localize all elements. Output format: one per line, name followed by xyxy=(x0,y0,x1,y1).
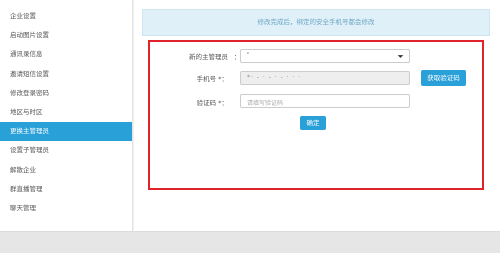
phone-label: 手机号 *： xyxy=(196,75,228,83)
footer-bar xyxy=(0,231,500,253)
phone-input[interactable]: *· - · - · - · · · xyxy=(240,71,410,85)
sidebar-item-sub-admin[interactable]: 设置子管理员 xyxy=(0,141,132,160)
sidebar-item-launch-image[interactable]: 启动图片设置 xyxy=(0,26,132,45)
code-label: 验证码 *： xyxy=(196,99,228,107)
phone-value: *· - · - · - · · · xyxy=(247,74,302,81)
code-placeholder: 请填写验证码 xyxy=(247,99,284,107)
sidebar-item-dissolve-company[interactable]: 解散企业 xyxy=(0,161,132,180)
confirm-button[interactable]: 确定 xyxy=(300,116,326,130)
code-input[interactable]: 请填写验证码 xyxy=(240,94,410,108)
sidebar-item-live-management[interactable]: 群直播管理 xyxy=(0,180,132,199)
sidebar-item-contacts[interactable]: 通讯录信息 xyxy=(0,45,132,64)
sidebar-item-chat-management[interactable]: 聊天管理 xyxy=(0,199,132,218)
highlight-frame: 新的主管理员 ： ' 手机号 *： *· - · - · - · · · 获取验… xyxy=(148,40,484,190)
sidebar-item-change-password[interactable]: 修改登录密码 xyxy=(0,84,132,103)
new-admin-label: 新的主管理员 xyxy=(189,53,228,61)
main-content: 修改完成后，绑定的安全手机号都会修改 新的主管理员 ： ' 手机号 *： *· … xyxy=(134,0,500,231)
get-code-button[interactable]: 获取验证码 xyxy=(421,70,466,86)
notice-banner: 修改完成后，绑定的安全手机号都会修改 xyxy=(142,9,490,36)
sidebar-item-change-admin[interactable]: 更换主管理员 xyxy=(0,122,132,142)
new-admin-value: ' xyxy=(247,51,249,59)
sidebar: 企业设置 启动图片设置 通讯录信息 邀请短信设置 修改登录密码 地区与时区 更换… xyxy=(0,0,133,231)
sidebar-item-invite-sms[interactable]: 邀请短信设置 xyxy=(0,65,132,84)
new-admin-select[interactable]: ' xyxy=(240,49,410,63)
sidebar-item-company-settings[interactable]: 企业设置 xyxy=(0,7,132,26)
caret-down-icon xyxy=(397,53,404,62)
sidebar-item-region-timezone[interactable]: 地区与时区 xyxy=(0,103,132,122)
